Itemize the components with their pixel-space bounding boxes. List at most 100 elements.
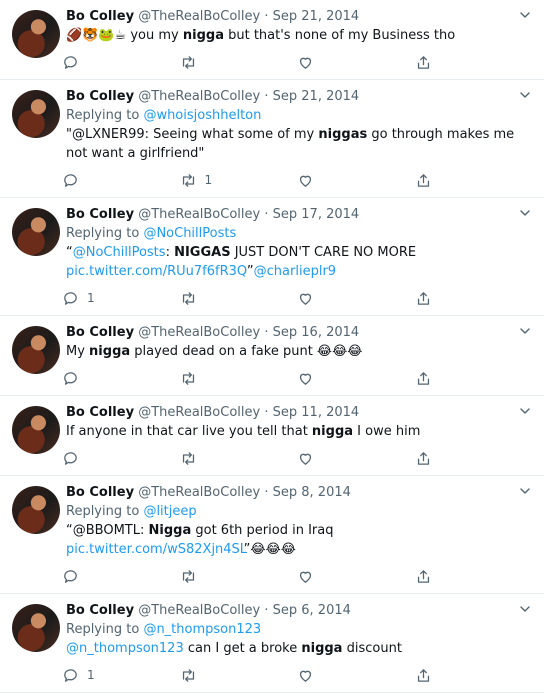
tweet[interactable]: Bo Colley @TheRealBoColley · Sep 11, 201… <box>0 396 544 476</box>
tweet-date[interactable]: Sep 21, 2014 <box>273 89 360 104</box>
tweet-header: Bo Colley @TheRealBoColley · Sep 21, 201… <box>66 88 532 106</box>
like-icon <box>299 453 312 465</box>
tweet-date[interactable]: Sep 17, 2014 <box>273 207 360 222</box>
tweet-text-segment: ” <box>246 264 254 279</box>
chevron-down-icon[interactable] <box>520 604 530 614</box>
author-handle[interactable]: @TheRealBoColley <box>138 89 260 104</box>
author-handle[interactable]: @TheRealBoColley <box>138 207 260 222</box>
tweet-text: “@BBOMTL: Nigga got 6th period in Iraq p… <box>66 521 532 559</box>
replying-to-link[interactable]: @NoChillPosts <box>143 226 236 241</box>
reply-button[interactable] <box>62 370 180 387</box>
tweet-date[interactable]: Sep 6, 2014 <box>273 603 351 618</box>
chevron-down-icon[interactable] <box>520 10 530 20</box>
separator-dot: · <box>264 325 269 340</box>
tweet-date[interactable]: Sep 21, 2014 <box>273 9 360 24</box>
tweet[interactable]: Bo Colley @TheRealBoColley · Sep 21, 201… <box>0 80 544 198</box>
tweet-text-segment: : <box>165 245 175 260</box>
tweet-header: Bo Colley @TheRealBoColley · Sep 11, 201… <box>66 404 532 422</box>
tweet[interactable]: Bo Colley @TheRealBoColley · Sep 17, 201… <box>0 198 544 316</box>
reply-button[interactable]: 1 <box>62 667 180 684</box>
share-button[interactable] <box>415 370 533 387</box>
replying-to-link[interactable]: @whoisjoshhelton <box>143 108 261 123</box>
like-button[interactable] <box>297 290 415 307</box>
share-button[interactable] <box>415 54 533 71</box>
like-button[interactable] <box>297 450 415 467</box>
like-button[interactable] <box>297 568 415 585</box>
retweet-button[interactable] <box>180 667 298 684</box>
avatar[interactable] <box>12 10 60 58</box>
reply-button[interactable] <box>62 450 180 467</box>
tweet[interactable]: Bo Colley @TheRealBoColley · Sep 6, 2014… <box>0 594 544 693</box>
avatar[interactable] <box>12 90 60 138</box>
tweet[interactable]: Bo Colley @TheRealBoColley · Sep 16, 201… <box>0 316 544 396</box>
author-handle[interactable]: @TheRealBoColley <box>138 485 260 500</box>
separator-dot: · <box>264 603 269 618</box>
emoji: 🏈🐯🐸☕ <box>66 28 131 43</box>
replying-to-link[interactable]: @n_thompson123 <box>143 622 261 637</box>
chevron-down-icon[interactable] <box>520 406 530 416</box>
retweet-icon <box>182 569 194 583</box>
author-handle[interactable]: @TheRealBoColley <box>138 9 260 24</box>
retweet-button[interactable] <box>180 370 298 387</box>
retweet-icon <box>182 371 194 385</box>
emoji: 😂😂😂 <box>316 344 363 359</box>
avatar[interactable] <box>12 406 60 454</box>
chevron-down-icon[interactable] <box>520 90 530 100</box>
author-name[interactable]: Bo Colley <box>66 325 134 340</box>
retweet-button[interactable] <box>180 290 298 307</box>
tweet-date[interactable]: Sep 16, 2014 <box>273 325 360 340</box>
tweet-link[interactable]: @NoChillPosts <box>73 245 166 260</box>
author-handle[interactable]: @TheRealBoColley <box>138 405 260 420</box>
bold-word: nigga <box>311 424 354 439</box>
author-name[interactable]: Bo Colley <box>66 89 134 104</box>
avatar[interactable] <box>12 326 60 374</box>
replying-to-link[interactable]: @litjeep <box>143 504 196 519</box>
like-button[interactable] <box>297 370 415 387</box>
author-handle[interactable]: @TheRealBoColley <box>138 325 260 340</box>
tweet-text-segment: discount <box>342 641 402 656</box>
avatar[interactable] <box>12 208 60 256</box>
author-name[interactable]: Bo Colley <box>66 485 134 500</box>
tweet-link[interactable]: @n_thompson123 <box>66 641 184 656</box>
like-button[interactable] <box>297 172 415 189</box>
tweet[interactable]: Bo Colley @TheRealBoColley · Sep 21, 201… <box>0 0 544 80</box>
like-button[interactable] <box>297 54 415 71</box>
retweet-button[interactable] <box>180 450 298 467</box>
retweet-icon <box>182 291 194 305</box>
separator-dot: · <box>264 207 269 222</box>
avatar[interactable] <box>12 604 60 652</box>
tweet-link[interactable]: pic.twitter.com/wS82Xjn4SL <box>66 542 244 557</box>
reply-button[interactable] <box>62 172 180 189</box>
chevron-down-icon[interactable] <box>520 208 530 218</box>
share-button[interactable] <box>415 172 533 189</box>
author-name[interactable]: Bo Colley <box>66 405 134 420</box>
tweet-link[interactable]: pic.twitter.com/RUu7f6fR3Q <box>66 264 247 279</box>
retweet-button[interactable] <box>180 568 298 585</box>
retweet-button[interactable] <box>180 54 298 71</box>
share-icon <box>417 55 429 69</box>
tweet-link[interactable]: @charlieplr9 <box>254 264 336 279</box>
reply-button[interactable] <box>62 568 180 585</box>
bold-word: nigga <box>301 641 343 656</box>
reply-icon <box>64 451 77 465</box>
author-name[interactable]: Bo Colley <box>66 603 134 618</box>
share-button[interactable] <box>415 667 533 684</box>
author-handle[interactable]: @TheRealBoColley <box>138 603 260 618</box>
author-name[interactable]: Bo Colley <box>66 207 134 222</box>
author-name[interactable]: Bo Colley <box>66 9 134 24</box>
tweet-text-segment: “@BBOMTL: <box>66 523 149 538</box>
chevron-down-icon[interactable] <box>520 326 530 336</box>
tweet-date[interactable]: Sep 8, 2014 <box>273 485 351 500</box>
share-button[interactable] <box>415 290 533 307</box>
tweet[interactable]: Bo Colley @TheRealBoColley · Sep 8, 2014… <box>0 476 544 594</box>
retweet-button[interactable]: 1 <box>180 172 298 189</box>
tweet-date[interactable]: Sep 11, 2014 <box>273 405 360 420</box>
avatar[interactable] <box>12 486 60 534</box>
share-button[interactable] <box>415 450 533 467</box>
chevron-down-icon[interactable] <box>520 486 530 496</box>
share-button[interactable] <box>415 568 533 585</box>
reply-button[interactable]: 1 <box>62 290 180 307</box>
like-icon <box>299 175 312 187</box>
reply-button[interactable] <box>62 54 180 71</box>
like-button[interactable] <box>297 667 415 684</box>
